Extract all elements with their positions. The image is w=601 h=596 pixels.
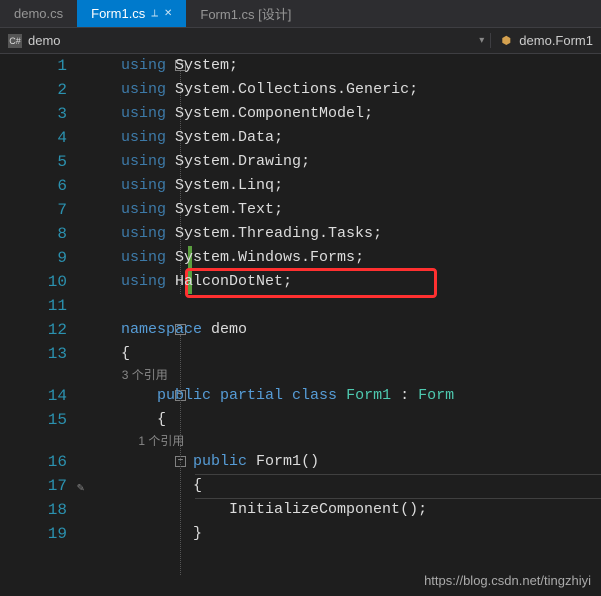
breadcrumb-class: demo.Form1 <box>519 33 593 48</box>
line-number: 14 <box>0 384 67 408</box>
code-line <box>85 294 601 318</box>
code-line: using System.Windows.Forms; <box>85 246 601 270</box>
breadcrumb-left[interactable]: C# demo <box>8 33 61 48</box>
code-editor[interactable]: 1 2 3 4 5 6 7 8 9 10 11 12 13 14 15 16 1… <box>0 54 601 596</box>
code-line: using HalconDotNet; <box>85 270 601 294</box>
lightbulb-icon[interactable]: ✎ <box>77 480 84 495</box>
code-line: public Form1() <box>85 450 601 474</box>
code-line: using System.Data; <box>85 126 601 150</box>
code-line: public partial class Form1 : Form <box>85 384 601 408</box>
code-line: using System.Collections.Generic; <box>85 78 601 102</box>
class-icon: ⬢ <box>499 34 513 48</box>
codelens-spacer <box>0 432 67 450</box>
line-number: 18 <box>0 498 67 522</box>
line-number: 2 <box>0 78 67 102</box>
code-line: using System.Drawing; <box>85 150 601 174</box>
watermark: https://blog.csdn.net/tingzhiyi <box>424 573 591 588</box>
code-line: using System.Text; <box>85 198 601 222</box>
tab-demo-cs[interactable]: demo.cs <box>0 0 77 27</box>
line-number: 8 <box>0 222 67 246</box>
code-line: { <box>85 474 601 498</box>
line-number: 15 <box>0 408 67 432</box>
line-number: 10 <box>0 270 67 294</box>
breadcrumb: C# demo ▾ ⬢ demo.Form1 <box>0 28 601 54</box>
csharp-icon: C# <box>8 34 22 48</box>
line-number: 19 <box>0 522 67 546</box>
line-number: 17 <box>0 474 67 498</box>
code-line: } <box>85 522 601 546</box>
tab-label: Form1.cs <box>91 6 145 21</box>
tab-form1-cs[interactable]: Form1.cs ⟂ ✕ <box>77 0 186 27</box>
breadcrumb-right[interactable]: ⬢ demo.Form1 <box>490 33 593 48</box>
code-line: using System; <box>85 54 601 78</box>
line-number: 11 <box>0 294 67 318</box>
code-line: using System.Threading.Tasks; <box>85 222 601 246</box>
tab-label: Form1.cs [设计] <box>200 4 291 23</box>
codelens[interactable]: 1 个引用 <box>85 432 601 450</box>
line-number: 7 <box>0 198 67 222</box>
codelens-spacer <box>0 366 67 384</box>
tab-bar: demo.cs Form1.cs ⟂ ✕ Form1.cs [设计] <box>0 0 601 28</box>
line-number: 13 <box>0 342 67 366</box>
line-number: 6 <box>0 174 67 198</box>
code-line: { <box>85 342 601 366</box>
line-number: 5 <box>0 150 67 174</box>
pin-icon[interactable]: ⟂ <box>151 8 158 19</box>
code-line: InitializeComponent(); <box>85 498 601 522</box>
line-number: 3 <box>0 102 67 126</box>
tab-label: demo.cs <box>14 6 63 21</box>
line-number: 4 <box>0 126 67 150</box>
code-line: namespace demo <box>85 318 601 342</box>
code-line: using System.ComponentModel; <box>85 102 601 126</box>
codelens[interactable]: 3 个引用 <box>85 366 601 384</box>
breadcrumb-namespace: demo <box>28 33 61 48</box>
code-line: { <box>85 408 601 432</box>
line-number-gutter: 1 2 3 4 5 6 7 8 9 10 11 12 13 14 15 16 1… <box>0 54 85 596</box>
line-number: 9 <box>0 246 67 270</box>
line-number: 12 <box>0 318 67 342</box>
close-icon[interactable]: ✕ <box>164 8 172 19</box>
chevron-down-icon[interactable]: ▾ <box>479 35 484 46</box>
line-number: 16 <box>0 450 67 474</box>
code-line: using System.Linq; <box>85 174 601 198</box>
code-area[interactable]: − − − − ✎ using System; using System.Col… <box>85 54 601 596</box>
line-number: 1 <box>0 54 67 78</box>
tab-form1-designer[interactable]: Form1.cs [设计] <box>186 0 305 27</box>
